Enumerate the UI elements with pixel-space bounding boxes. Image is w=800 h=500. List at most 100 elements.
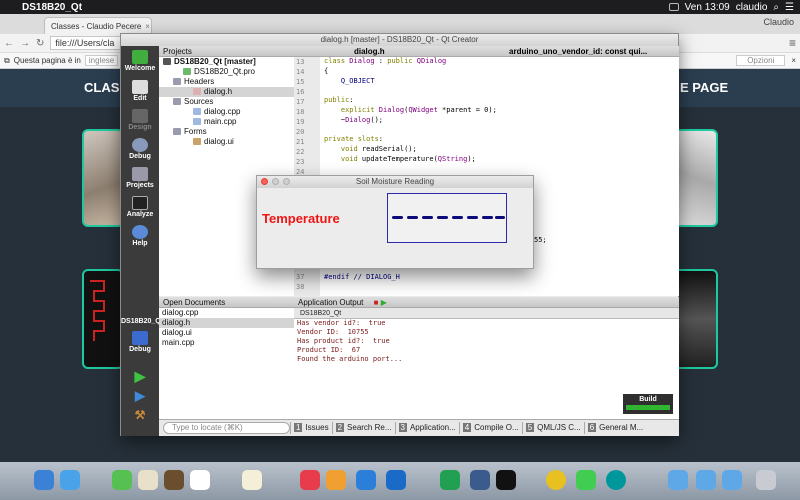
chrome-icon[interactable] bbox=[546, 470, 566, 490]
line-number: 14 bbox=[296, 68, 305, 76]
qt-creator-icon[interactable] bbox=[576, 470, 596, 490]
pane-application-output[interactable]: 3 Application... bbox=[394, 422, 459, 434]
open-doc-item[interactable]: main.cpp bbox=[159, 338, 294, 348]
browser-tab[interactable]: Classes - Claudio Pecere × bbox=[44, 17, 152, 34]
mode-projects[interactable]: Projects bbox=[121, 167, 159, 189]
folder-icon[interactable] bbox=[668, 470, 688, 490]
site-nav-right[interactable]: E PAGE bbox=[680, 80, 728, 95]
battery-icon[interactable] bbox=[668, 3, 679, 11]
run-button[interactable]: ▶ bbox=[121, 368, 159, 385]
skype-icon[interactable] bbox=[356, 470, 376, 490]
mode-welcome[interactable]: Welcome bbox=[121, 50, 159, 72]
pane-qml-console[interactable]: 5 QML/JS C... bbox=[521, 422, 584, 434]
mode-debug[interactable]: Debug bbox=[121, 138, 159, 160]
line-number: 16 bbox=[296, 88, 305, 96]
pane-label: Search Re... bbox=[347, 423, 392, 432]
output-tab[interactable]: DS18B20_Qt bbox=[294, 308, 679, 319]
remote-desktop-icon[interactable] bbox=[470, 470, 490, 490]
close-window-button[interactable] bbox=[261, 178, 268, 185]
close-tab-icon[interactable]: × bbox=[145, 22, 150, 31]
tree-item-dialog-cpp[interactable]: dialog.cpp bbox=[159, 107, 294, 117]
temperature-label: Temperature bbox=[262, 211, 340, 226]
project-card-image[interactable] bbox=[82, 129, 124, 227]
rerun-icon[interactable]: ▶ bbox=[381, 298, 387, 307]
contacts-icon[interactable] bbox=[138, 470, 158, 490]
translate-options-button[interactable]: Opzioni bbox=[736, 55, 786, 66]
forward-icon[interactable]: → bbox=[20, 38, 30, 49]
arduino-icon[interactable] bbox=[606, 470, 626, 490]
mode-analyze[interactable]: Analyze bbox=[121, 196, 159, 218]
stickies-icon[interactable] bbox=[242, 470, 262, 490]
tree-item-headers[interactable]: Headers bbox=[159, 77, 294, 87]
lcd-display bbox=[387, 193, 507, 243]
build-hammer-button[interactable]: ⚒ bbox=[121, 408, 159, 422]
tree-label: DS18B20_Qt.pro bbox=[194, 67, 255, 76]
tree-item-forms[interactable]: Forms bbox=[159, 127, 294, 137]
tree-item-project[interactable]: DS18B20_Qt [master] bbox=[159, 57, 294, 67]
pane-compile-output[interactable]: 4 Compile O... bbox=[458, 422, 522, 434]
itunes-icon[interactable] bbox=[300, 470, 320, 490]
projects-panel-header[interactable]: Projects bbox=[159, 46, 294, 57]
folder-icon bbox=[173, 128, 181, 135]
line-number: 22 bbox=[296, 148, 305, 156]
kit-selector[interactable]: DS18B20_Qt Debug bbox=[121, 318, 163, 353]
translate-language-select[interactable]: inglese bbox=[84, 55, 119, 66]
debug-run-button[interactable]: ▶ bbox=[121, 388, 159, 404]
build-progress-bar bbox=[626, 405, 670, 410]
tree-item-pro[interactable]: DS18B20_Qt.pro bbox=[159, 67, 294, 77]
app-store-icon[interactable] bbox=[60, 470, 80, 490]
design-icon bbox=[132, 109, 148, 123]
excel-icon[interactable] bbox=[440, 470, 460, 490]
editor-symbol-selector[interactable]: arduino_uno_vendor_id: const qui... bbox=[509, 46, 647, 57]
tree-item-dialog-h[interactable]: dialog.h bbox=[159, 87, 294, 97]
back-icon[interactable]: ← bbox=[4, 38, 14, 49]
photos-icon[interactable] bbox=[326, 470, 346, 490]
mode-label: Edit bbox=[133, 95, 147, 102]
mode-help[interactable]: Help bbox=[121, 225, 159, 247]
messages-icon[interactable] bbox=[112, 470, 132, 490]
zoom-window-button[interactable] bbox=[283, 178, 290, 185]
word-icon[interactable] bbox=[386, 470, 406, 490]
menubar-clock[interactable]: Ven 13:09 bbox=[685, 2, 730, 13]
open-documents-header[interactable]: Open Documents bbox=[159, 297, 294, 308]
open-doc-item[interactable]: dialog.cpp bbox=[159, 308, 294, 318]
build-progress[interactable]: Build bbox=[623, 394, 673, 414]
pane-issues[interactable]: 1 Issues bbox=[290, 422, 332, 434]
calendar-icon[interactable] bbox=[190, 470, 210, 490]
minimize-window-button[interactable] bbox=[272, 178, 279, 185]
pane-general-messages[interactable]: 6 General M... bbox=[583, 422, 646, 434]
menubar-user[interactable]: claudio bbox=[736, 2, 768, 13]
site-nav-left[interactable]: CLAS bbox=[84, 80, 119, 95]
tree-item-dialog-ui[interactable]: dialog.ui bbox=[159, 137, 294, 147]
mac-menu-bar: DS18B20_Qt Ven 13:09 claudio ⌕ ☰ bbox=[0, 0, 800, 14]
mode-design[interactable]: Design bbox=[121, 109, 159, 131]
folder-icon[interactable] bbox=[696, 470, 716, 490]
lcd-dash bbox=[452, 216, 463, 219]
stop-icon[interactable]: ■ bbox=[374, 298, 379, 307]
locator-input[interactable]: Type to locate (⌘K) bbox=[163, 422, 290, 434]
open-documents-panel: Open Documents dialog.cpp dialog.h dialo… bbox=[159, 297, 294, 419]
reload-icon[interactable]: ↻ bbox=[36, 38, 44, 49]
notification-center-icon[interactable]: ☰ bbox=[785, 2, 794, 13]
mode-label: Help bbox=[132, 240, 148, 247]
tree-item-sources[interactable]: Sources bbox=[159, 97, 294, 107]
mode-edit[interactable]: Edit bbox=[121, 80, 159, 102]
pane-search-results[interactable]: 2 Search Re... bbox=[331, 422, 395, 434]
downloads-folder-icon[interactable] bbox=[722, 470, 742, 490]
trash-icon[interactable] bbox=[756, 470, 776, 490]
open-doc-item[interactable]: dialog.ui bbox=[159, 328, 294, 338]
menubar-app-name[interactable]: DS18B20_Qt bbox=[22, 2, 82, 13]
notes-icon[interactable] bbox=[164, 470, 184, 490]
search-icon[interactable]: ⌕ bbox=[773, 2, 779, 13]
open-doc-item[interactable]: dialog.h bbox=[159, 318, 294, 328]
close-translate-icon[interactable]: × bbox=[791, 56, 796, 65]
project-card-image[interactable] bbox=[82, 269, 124, 369]
pane-label: Compile O... bbox=[474, 423, 519, 432]
tree-item-main-cpp[interactable]: main.cpp bbox=[159, 117, 294, 127]
output-tab-label: DS18B20_Qt bbox=[300, 310, 342, 317]
browser-menu-icon[interactable]: ≡ bbox=[789, 36, 796, 50]
browser-user[interactable]: Claudio bbox=[763, 17, 794, 27]
terminal-icon[interactable] bbox=[496, 470, 516, 490]
finder-icon[interactable] bbox=[34, 470, 54, 490]
editor-file-name[interactable]: dialog.h bbox=[354, 46, 385, 57]
